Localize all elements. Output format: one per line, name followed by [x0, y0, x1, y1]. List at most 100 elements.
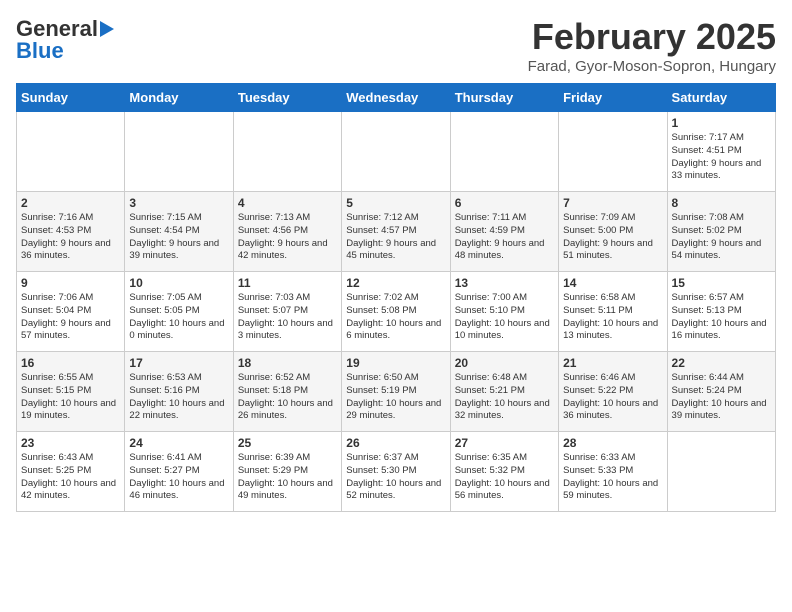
day-number: 8 — [672, 196, 771, 210]
calendar-week-row: 16 Sunrise: 6:55 AM Sunset: 5:15 PM Dayli… — [17, 352, 776, 432]
day-number: 15 — [672, 276, 771, 290]
logo: General Blue — [16, 16, 114, 64]
day-number: 6 — [455, 196, 554, 210]
calendar-cell: 3 Sunrise: 7:15 AM Sunset: 4:54 PM Daylig… — [125, 192, 233, 272]
calendar-cell: 25 Sunrise: 6:39 AM Sunset: 5:29 PM Dayli… — [233, 432, 341, 512]
weekday-header: Thursday — [450, 84, 558, 112]
weekday-header: Tuesday — [233, 84, 341, 112]
calendar-cell: 15 Sunrise: 6:57 AM Sunset: 5:13 PM Dayli… — [667, 272, 775, 352]
logo-blue: Blue — [16, 38, 64, 64]
day-number: 9 — [21, 276, 120, 290]
day-number: 4 — [238, 196, 337, 210]
calendar-week-row: 2Sunrise: 7:16 AM Sunset: 4:53 PM Daylig… — [17, 192, 776, 272]
calendar-cell: 13 Sunrise: 7:00 AM Sunset: 5:10 PM Dayli… — [450, 272, 558, 352]
calendar-cell: 14Sunrise: 6:58 AM Sunset: 5:11 PM Dayli… — [559, 272, 667, 352]
day-number: 17 — [129, 356, 228, 370]
month-title: February 2025 — [528, 16, 776, 58]
day-info: Sunrise: 6:44 AM Sunset: 5:24 PM Dayligh… — [672, 372, 771, 423]
day-info: Sunrise: 7:11 AM Sunset: 4:59 PM Dayligh… — [455, 212, 554, 263]
weekday-header: Saturday — [667, 84, 775, 112]
day-info: Sunrise: 6:35 AM Sunset: 5:32 PM Dayligh… — [455, 452, 554, 503]
day-info: Sunrise: 7:13 AM Sunset: 4:56 PM Dayligh… — [238, 212, 337, 263]
day-number: 23 — [21, 436, 120, 450]
day-info: Sunrise: 7:08 AM Sunset: 5:02 PM Dayligh… — [672, 212, 771, 263]
calendar-cell: 24 Sunrise: 6:41 AM Sunset: 5:27 PM Dayli… — [125, 432, 233, 512]
day-number: 19 — [346, 356, 445, 370]
calendar-cell: 5Sunrise: 7:12 AM Sunset: 4:57 PM Daylig… — [342, 192, 450, 272]
calendar-table: SundayMondayTuesdayWednesdayThursdayFrid… — [16, 83, 776, 512]
calendar-cell: 4 Sunrise: 7:13 AM Sunset: 4:56 PM Daylig… — [233, 192, 341, 272]
day-info: Sunrise: 7:00 AM Sunset: 5:10 PM Dayligh… — [455, 292, 554, 343]
day-number: 16 — [21, 356, 120, 370]
calendar-cell: 19 Sunrise: 6:50 AM Sunset: 5:19 PM Dayli… — [342, 352, 450, 432]
calendar-cell — [125, 112, 233, 192]
calendar-cell: 2Sunrise: 7:16 AM Sunset: 4:53 PM Daylig… — [17, 192, 125, 272]
day-number: 25 — [238, 436, 337, 450]
day-number: 22 — [672, 356, 771, 370]
day-number: 21 — [563, 356, 662, 370]
day-info: Sunrise: 7:17 AM Sunset: 4:51 PM Dayligh… — [672, 132, 771, 183]
day-info: Sunrise: 6:50 AM Sunset: 5:19 PM Dayligh… — [346, 372, 445, 423]
day-number: 11 — [238, 276, 337, 290]
day-number: 3 — [129, 196, 228, 210]
weekday-header: Friday — [559, 84, 667, 112]
calendar-cell: 10Sunrise: 7:05 AM Sunset: 5:05 PM Dayli… — [125, 272, 233, 352]
day-number: 12 — [346, 276, 445, 290]
calendar-cell: 26Sunrise: 6:37 AM Sunset: 5:30 PM Dayli… — [342, 432, 450, 512]
calendar-cell: 17 Sunrise: 6:53 AM Sunset: 5:16 PM Dayli… — [125, 352, 233, 432]
weekday-header: Sunday — [17, 84, 125, 112]
day-info: Sunrise: 6:33 AM Sunset: 5:33 PM Dayligh… — [563, 452, 662, 503]
logo-arrow-icon — [100, 21, 114, 37]
calendar-cell — [17, 112, 125, 192]
day-info: Sunrise: 6:37 AM Sunset: 5:30 PM Dayligh… — [346, 452, 445, 503]
calendar-cell: 27 Sunrise: 6:35 AM Sunset: 5:32 PM Dayli… — [450, 432, 558, 512]
calendar-cell: 9 Sunrise: 7:06 AM Sunset: 5:04 PM Daylig… — [17, 272, 125, 352]
day-number: 13 — [455, 276, 554, 290]
day-number: 20 — [455, 356, 554, 370]
calendar-header-row: SundayMondayTuesdayWednesdayThursdayFrid… — [17, 84, 776, 112]
day-info: Sunrise: 6:41 AM Sunset: 5:27 PM Dayligh… — [129, 452, 228, 503]
day-info: Sunrise: 7:02 AM Sunset: 5:08 PM Dayligh… — [346, 292, 445, 343]
day-info: Sunrise: 7:15 AM Sunset: 4:54 PM Dayligh… — [129, 212, 228, 263]
day-info: Sunrise: 7:16 AM Sunset: 4:53 PM Dayligh… — [21, 212, 120, 263]
calendar-cell — [450, 112, 558, 192]
day-number: 27 — [455, 436, 554, 450]
day-info: Sunrise: 6:43 AM Sunset: 5:25 PM Dayligh… — [21, 452, 120, 503]
calendar-cell — [342, 112, 450, 192]
calendar-cell — [233, 112, 341, 192]
calendar-cell: 1 Sunrise: 7:17 AM Sunset: 4:51 PM Daylig… — [667, 112, 775, 192]
day-number: 14 — [563, 276, 662, 290]
calendar-cell: 22 Sunrise: 6:44 AM Sunset: 5:24 PM Dayli… — [667, 352, 775, 432]
day-info: Sunrise: 6:55 AM Sunset: 5:15 PM Dayligh… — [21, 372, 120, 423]
calendar-cell: 12 Sunrise: 7:02 AM Sunset: 5:08 PM Dayli… — [342, 272, 450, 352]
calendar-cell: 18 Sunrise: 6:52 AM Sunset: 5:18 PM Dayli… — [233, 352, 341, 432]
day-number: 28 — [563, 436, 662, 450]
day-info: Sunrise: 6:48 AM Sunset: 5:21 PM Dayligh… — [455, 372, 554, 423]
day-info: Sunrise: 6:46 AM Sunset: 5:22 PM Dayligh… — [563, 372, 662, 423]
calendar-cell: 11Sunrise: 7:03 AM Sunset: 5:07 PM Dayli… — [233, 272, 341, 352]
calendar-cell — [667, 432, 775, 512]
day-info: Sunrise: 7:09 AM Sunset: 5:00 PM Dayligh… — [563, 212, 662, 263]
day-number: 5 — [346, 196, 445, 210]
weekday-header: Monday — [125, 84, 233, 112]
day-number: 24 — [129, 436, 228, 450]
location-title: Farad, Gyor-Moson-Sopron, Hungary — [528, 58, 776, 75]
title-area: February 2025 Farad, Gyor-Moson-Sopron, … — [528, 16, 776, 75]
calendar-week-row: 9 Sunrise: 7:06 AM Sunset: 5:04 PM Daylig… — [17, 272, 776, 352]
day-info: Sunrise: 6:53 AM Sunset: 5:16 PM Dayligh… — [129, 372, 228, 423]
calendar-week-row: 1 Sunrise: 7:17 AM Sunset: 4:51 PM Daylig… — [17, 112, 776, 192]
day-info: Sunrise: 6:39 AM Sunset: 5:29 PM Dayligh… — [238, 452, 337, 503]
calendar-cell — [559, 112, 667, 192]
day-info: Sunrise: 6:52 AM Sunset: 5:18 PM Dayligh… — [238, 372, 337, 423]
calendar-cell: 23 Sunrise: 6:43 AM Sunset: 5:25 PM Dayli… — [17, 432, 125, 512]
calendar-cell: 20 Sunrise: 6:48 AM Sunset: 5:21 PM Dayli… — [450, 352, 558, 432]
calendar-week-row: 23 Sunrise: 6:43 AM Sunset: 5:25 PM Dayli… — [17, 432, 776, 512]
day-number: 18 — [238, 356, 337, 370]
day-number: 7 — [563, 196, 662, 210]
day-number: 1 — [672, 116, 771, 130]
calendar-cell: 6 Sunrise: 7:11 AM Sunset: 4:59 PM Daylig… — [450, 192, 558, 272]
day-info: Sunrise: 7:06 AM Sunset: 5:04 PM Dayligh… — [21, 292, 120, 343]
calendar-cell: 21 Sunrise: 6:46 AM Sunset: 5:22 PM Dayli… — [559, 352, 667, 432]
calendar-cell: 7 Sunrise: 7:09 AM Sunset: 5:00 PM Daylig… — [559, 192, 667, 272]
day-info: Sunrise: 6:57 AM Sunset: 5:13 PM Dayligh… — [672, 292, 771, 343]
